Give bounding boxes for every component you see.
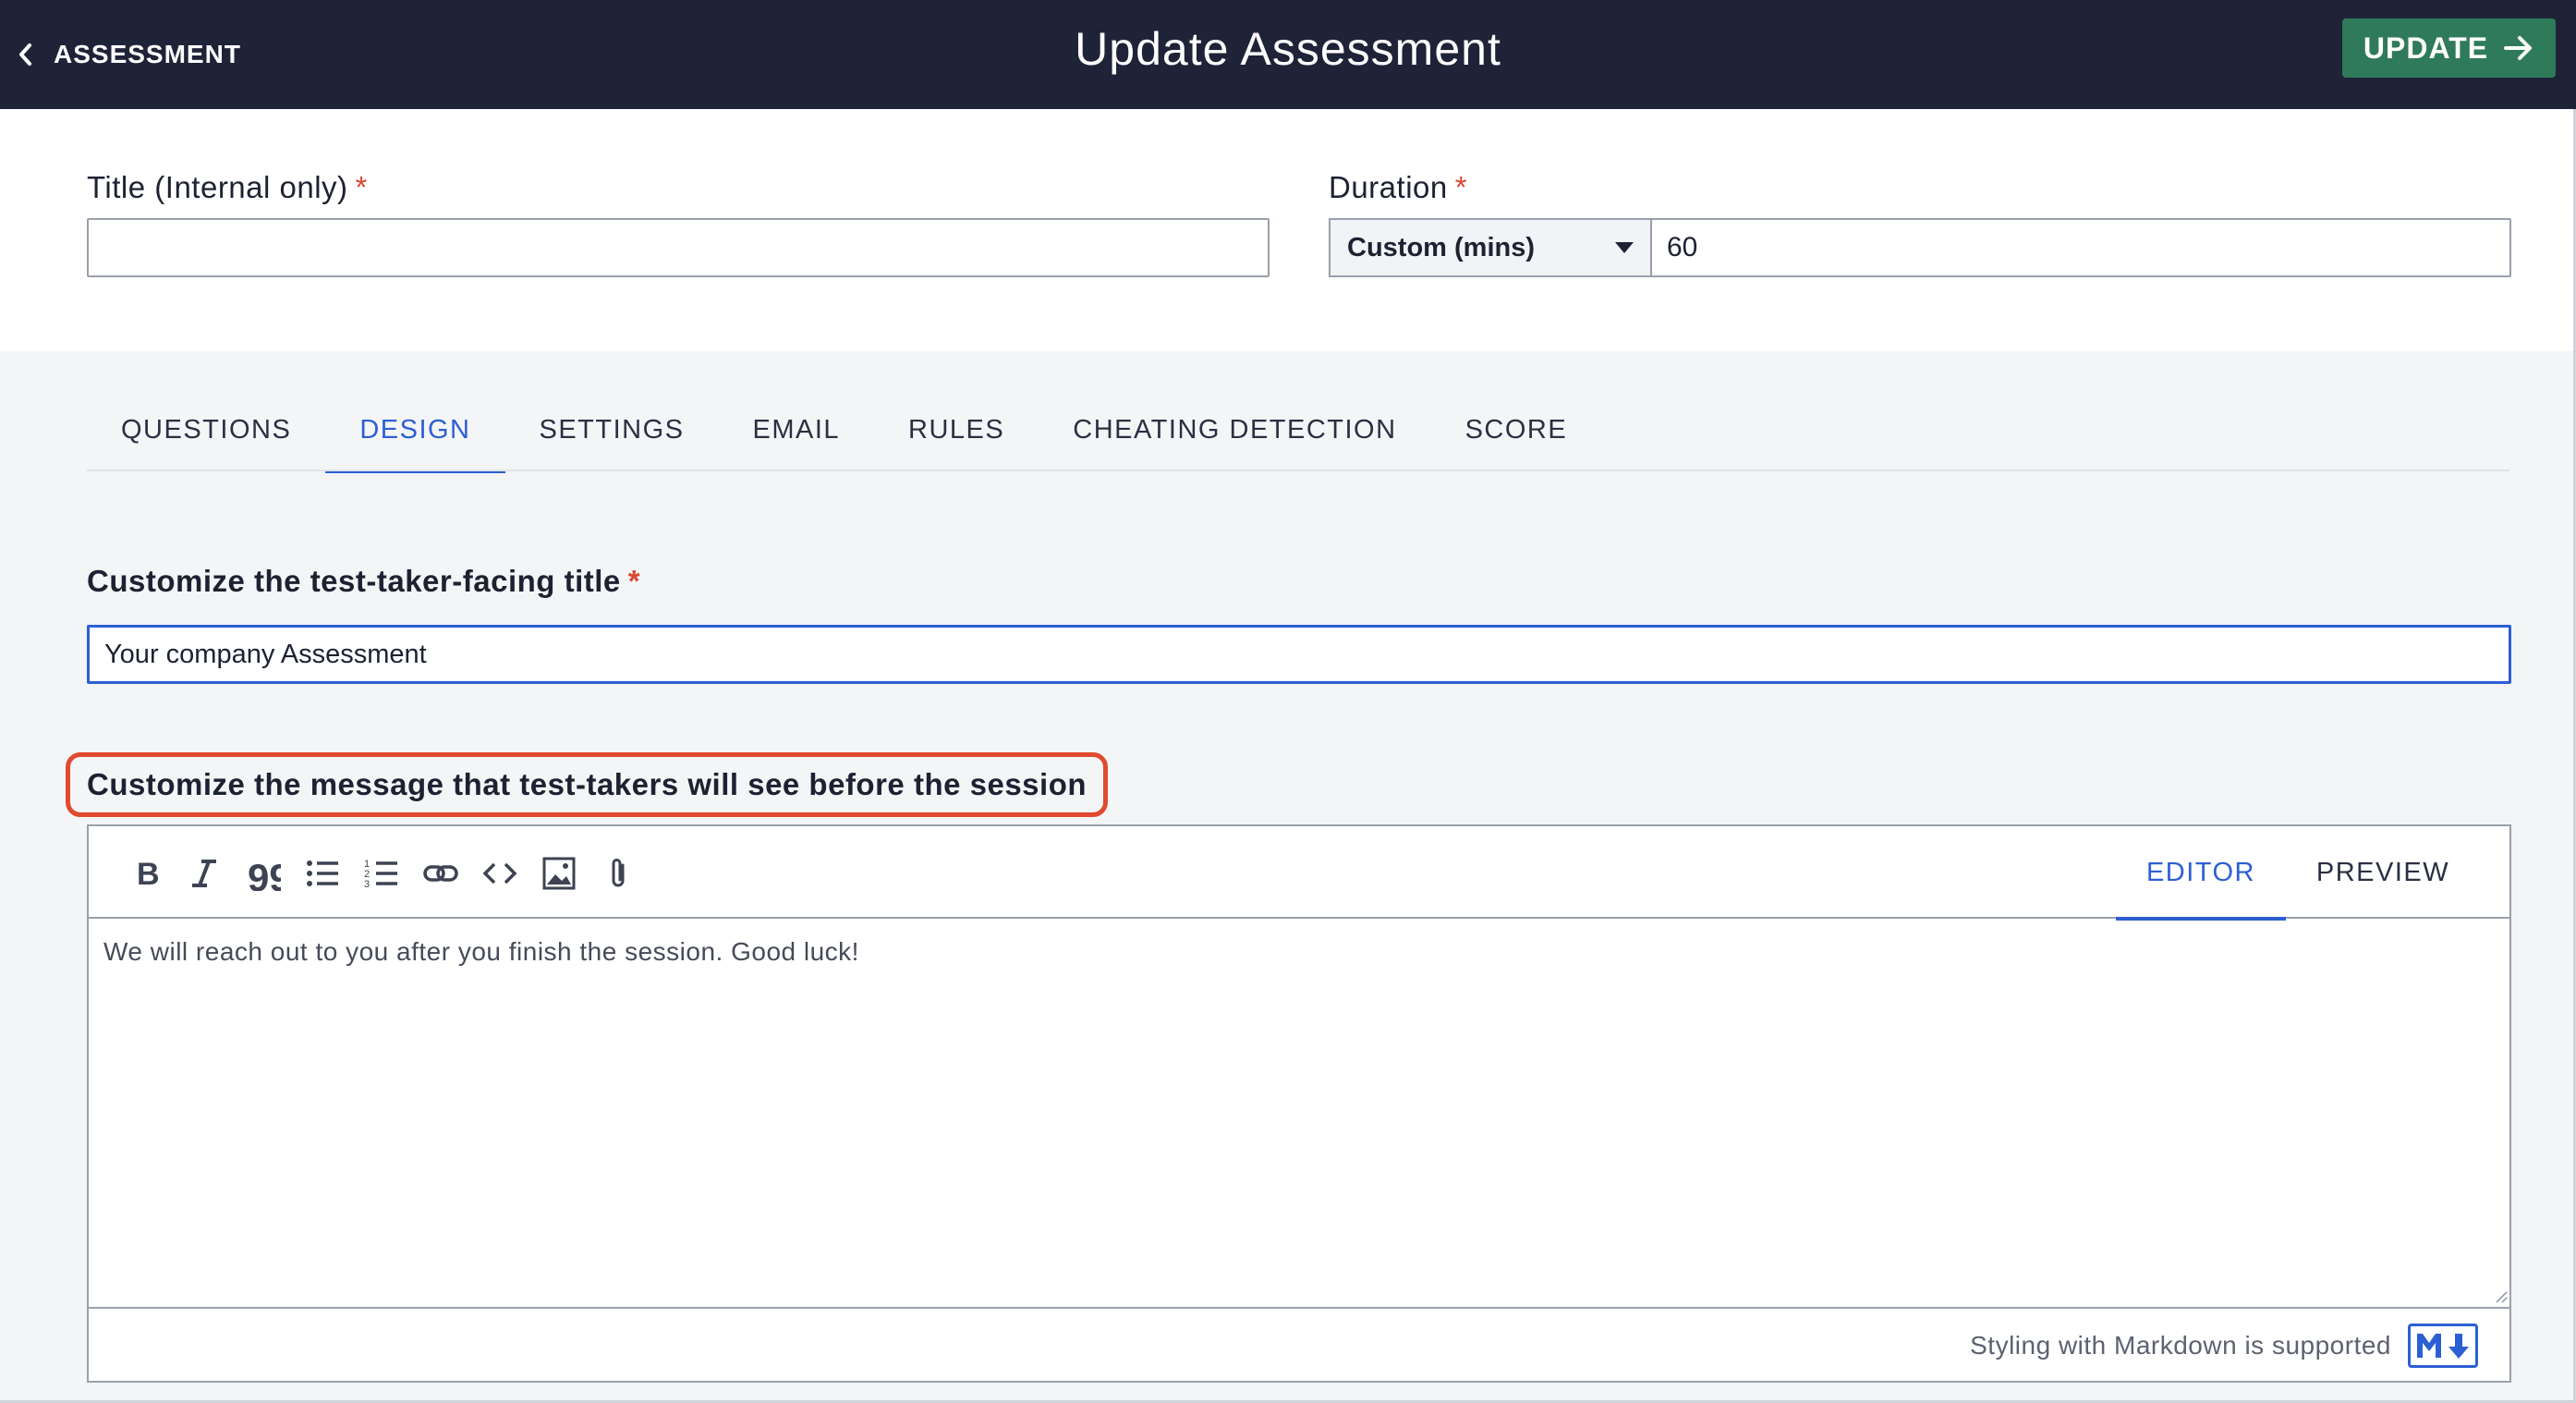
numbered-list-button[interactable]: 123 (362, 854, 401, 893)
update-button-label: UPDATE (2363, 30, 2489, 65)
title-label-text: Title (Internal only) (87, 170, 348, 204)
attachment-button[interactable] (599, 854, 638, 893)
caret-down-icon (1615, 242, 1634, 253)
tab-settings[interactable]: SETTINGS (505, 388, 719, 471)
tab-score[interactable]: SCORE (1431, 388, 1602, 471)
italic-button[interactable] (185, 854, 224, 893)
bold-button[interactable]: B (126, 854, 164, 893)
duration-label: Duration * (1329, 170, 1467, 205)
tabs-divider (87, 470, 2509, 471)
link-button[interactable] (421, 854, 460, 893)
bold-icon: B (137, 857, 160, 891)
assessment-tabs: QUESTIONS DESIGN SETTINGS EMAIL RULES CH… (87, 388, 1602, 473)
image-button[interactable] (540, 854, 578, 893)
duration-label-text: Duration (1329, 170, 1448, 204)
resize-handle-icon[interactable] (2493, 1288, 2508, 1303)
tab-editor[interactable]: EDITOR (2116, 826, 2286, 921)
italic-icon (192, 860, 216, 887)
link-icon (423, 865, 458, 882)
svg-text:3: 3 (364, 879, 370, 890)
editor-toolbar: B 99 123 EDITOR PREVIEW (89, 826, 2509, 921)
code-icon (482, 862, 517, 884)
test-taker-title-label: Customize the test-taker-facing title * (87, 564, 640, 599)
code-button[interactable] (480, 854, 519, 893)
required-mark: * (1454, 170, 1468, 204)
required-mark: * (355, 170, 368, 204)
quote-button[interactable]: 99 (244, 854, 283, 893)
formatting-tools: B 99 123 (126, 854, 638, 893)
title-label: Title (Internal only) * (87, 170, 368, 205)
markdown-note-text: Styling with Markdown is supported (1970, 1331, 2391, 1360)
title-input[interactable] (87, 218, 1270, 277)
numbered-list-icon: 123 (364, 859, 397, 890)
quote-icon: 99 (248, 856, 281, 891)
duration-mode-value: Custom (mins) (1347, 232, 1535, 262)
image-icon (542, 857, 576, 890)
duration-minutes-input[interactable]: 60 (1650, 218, 2511, 277)
attachment-icon (612, 859, 625, 887)
tab-email[interactable]: EMAIL (719, 388, 875, 471)
required-mark: * (627, 564, 641, 598)
bullet-list-button[interactable] (303, 854, 342, 893)
test-taker-title-input[interactable]: Your company Assessment (87, 625, 2511, 684)
tab-rules[interactable]: RULES (874, 388, 1039, 471)
markdown-support-note: Styling with Markdown is supported (1970, 1324, 2478, 1368)
test-taker-title-label-text: Customize the test-taker-facing title (87, 564, 621, 598)
pre-session-message-label: Customize the message that test-takers w… (87, 767, 1088, 801)
duration-mode-select[interactable]: Custom (mins) (1329, 218, 1652, 277)
page-title: Update Assessment (1075, 23, 1501, 75)
markdown-logo-icon (2417, 1334, 2469, 1359)
svg-text:B: B (137, 857, 160, 891)
arrow-right-icon (2504, 36, 2533, 60)
tab-design[interactable]: DESIGN (325, 388, 505, 473)
tab-preview[interactable]: PREVIEW (2286, 826, 2480, 919)
top-bar: ASSESSMENT Update Assessment UPDATE (0, 0, 2576, 109)
message-textarea[interactable]: We will reach out to you after you finis… (89, 919, 2509, 1309)
tab-questions[interactable]: QUESTIONS (87, 388, 325, 471)
svg-text:99: 99 (248, 856, 281, 891)
markdown-editor: B 99 123 EDITOR PREVIEW We will reach ou… (87, 824, 2511, 1383)
markdown-icon (2408, 1324, 2478, 1368)
tab-cheating-detection[interactable]: CHEATING DETECTION (1039, 388, 1430, 471)
bullet-list-icon (307, 860, 338, 886)
update-button[interactable]: UPDATE (2342, 18, 2556, 78)
